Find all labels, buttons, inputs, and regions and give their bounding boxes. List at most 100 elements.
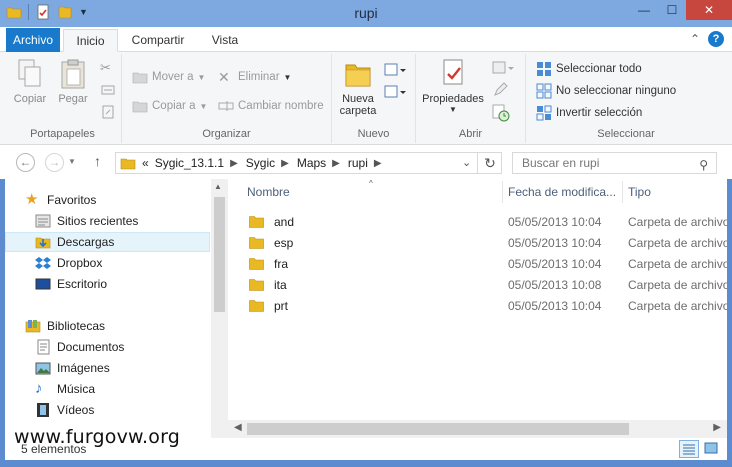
tab-compartir[interactable]: Compartir — [122, 29, 194, 52]
large-icons-view-icon — [704, 442, 718, 454]
rename-button[interactable]: Cambiar nombre — [218, 98, 324, 114]
easy-access-icon[interactable] — [384, 84, 406, 103]
watermark-text: www.furgovw.org — [14, 426, 181, 448]
copy-to-label: Copiar a — [152, 100, 196, 112]
delete-label: Eliminar — [238, 71, 280, 83]
forward-button[interactable]: → — [45, 153, 64, 172]
file-row[interactable]: and 05/05/2013 10:04 Carpeta de archivos — [228, 212, 727, 233]
breadcrumb-maps[interactable]: Maps — [297, 156, 326, 170]
nav-descargas-label: Descargas — [57, 235, 115, 249]
refresh-button[interactable]: ↻ — [477, 152, 502, 174]
address-dropdown-icon[interactable]: ⌄ — [462, 156, 471, 169]
cut-icon[interactable]: ✂ — [100, 60, 116, 76]
back-button[interactable]: ← — [16, 153, 35, 172]
music-icon: ♪ — [35, 380, 43, 397]
column-divider[interactable] — [502, 181, 503, 203]
move-to-button[interactable]: Mover a ▼ — [132, 69, 205, 85]
file-list-hscrollbar[interactable]: ◀ ▶ — [228, 420, 727, 438]
content-area: ★ Favoritos Sitios recientes Descargas D… — [5, 179, 727, 438]
address-overflow[interactable]: « — [142, 156, 149, 170]
edit-icon[interactable] — [492, 82, 508, 101]
breadcrumb-chevron-icon[interactable]: ▶ — [230, 158, 238, 169]
address-bar[interactable]: « Sygic_13.1.1 ▶ Sygic ▶ Maps ▶ rupi ▶ ⌄ — [115, 152, 502, 174]
rename-icon — [218, 101, 234, 111]
paste-button[interactable]: Pegar — [53, 58, 93, 105]
column-divider[interactable] — [622, 181, 623, 203]
nav-sitios-recientes[interactable]: Sitios recientes — [5, 211, 210, 231]
nav-favoritos[interactable]: ★ Favoritos — [5, 190, 210, 210]
breadcrumb-sygic-13[interactable]: Sygic_13.1.1 — [155, 156, 224, 170]
nav-bibliotecas[interactable]: Bibliotecas — [5, 316, 210, 336]
navigation-bar: ← → ▼ ↑ « Sygic_13.1.1 ▶ Sygic ▶ Maps ▶ rup… — [0, 145, 732, 179]
breadcrumb-rupi[interactable]: rupi — [348, 156, 368, 170]
select-all-button[interactable]: Seleccionar todo — [536, 61, 642, 77]
scroll-left-icon[interactable]: ◀ — [234, 422, 242, 433]
column-header-date[interactable]: Fecha de modifica... — [508, 185, 616, 199]
copy-label: Copiar — [13, 93, 47, 105]
up-arrow-icon[interactable]: ↑ — [94, 153, 101, 169]
large-icons-view-button[interactable] — [702, 440, 722, 458]
file-row[interactable]: fra 05/05/2013 10:04 Carpeta de archivos — [228, 254, 727, 275]
nav-pane-scrollbar[interactable]: ▲ — [211, 179, 228, 438]
nav-videos[interactable]: Vídeos — [5, 400, 210, 420]
nav-dropbox[interactable]: Dropbox — [5, 253, 210, 273]
properties-button[interactable]: Propiedades ▼ — [420, 58, 486, 114]
folder-icon — [249, 279, 264, 291]
copy-path-icon[interactable] — [100, 82, 116, 98]
paste-icon — [61, 59, 85, 89]
file-date: 05/05/2013 10:04 — [508, 299, 602, 313]
select-all-label: Seleccionar todo — [556, 63, 642, 75]
title-bar: ▼ rupi — ☐ ✕ — [0, 0, 732, 27]
nav-documentos-label: Documentos — [57, 340, 125, 354]
scroll-up-icon[interactable]: ▲ — [214, 182, 222, 191]
minimize-button[interactable]: — — [630, 0, 658, 20]
nav-documentos[interactable]: Documentos — [5, 337, 210, 357]
new-folder-button[interactable]: Nueva carpeta — [338, 58, 378, 117]
new-item-icon[interactable] — [384, 62, 406, 81]
help-icon[interactable]: ? — [708, 31, 724, 47]
copy-button[interactable]: Copiar — [10, 58, 50, 105]
ribbon-collapse-icon[interactable]: ⌃ — [690, 32, 700, 46]
maximize-button[interactable]: ☐ — [658, 0, 686, 20]
group-abrir: Propiedades ▼ Abrir — [416, 54, 526, 143]
delete-button[interactable]: ✕ Eliminar ▼ — [218, 69, 291, 85]
folder-icon — [249, 216, 264, 228]
file-row[interactable]: ita 05/05/2013 10:08 Carpeta de archivos — [228, 275, 727, 296]
invert-selection-label: Invertir selección — [556, 107, 643, 119]
search-input[interactable]: Buscar en rupi ⚲ — [512, 152, 717, 174]
nav-descargas[interactable]: Descargas — [5, 232, 210, 252]
select-none-button[interactable]: No seleccionar ninguno — [536, 83, 676, 99]
select-all-icon — [537, 62, 551, 76]
tab-vista[interactable]: Vista — [199, 29, 251, 52]
recent-locations-icon[interactable]: ▼ — [68, 157, 76, 166]
tab-archivo[interactable]: Archivo — [6, 28, 60, 52]
paste-label: Pegar — [58, 93, 88, 105]
column-header-type[interactable]: Tipo — [628, 185, 651, 199]
file-row[interactable]: prt 05/05/2013 10:04 Carpeta de archivos — [228, 296, 727, 317]
breadcrumb-chevron-icon[interactable]: ▶ — [374, 158, 382, 169]
file-type: Carpeta de archivos — [628, 278, 727, 292]
breadcrumb-sygic[interactable]: Sygic — [246, 156, 275, 170]
nav-pane-scroll-thumb[interactable] — [214, 197, 225, 312]
paste-shortcut-icon[interactable] — [100, 104, 116, 120]
tab-inicio[interactable]: Inicio — [63, 29, 118, 52]
nav-escritorio[interactable]: Escritorio — [5, 274, 210, 294]
nav-imagenes[interactable]: Imágenes — [5, 358, 210, 378]
file-row[interactable]: esp 05/05/2013 10:04 Carpeta de archivos — [228, 233, 727, 254]
scroll-right-icon[interactable]: ▶ — [713, 422, 721, 433]
invert-selection-button[interactable]: Invertir selección — [536, 105, 642, 121]
group-label-organizar: Organizar — [202, 128, 251, 140]
open-icon[interactable] — [492, 60, 514, 79]
hscroll-thumb[interactable] — [247, 423, 629, 435]
history-icon[interactable] — [492, 104, 510, 125]
close-button[interactable]: ✕ — [686, 0, 732, 20]
breadcrumb-chevron-icon[interactable]: ▶ — [281, 158, 289, 169]
breadcrumb-chevron-icon[interactable]: ▶ — [332, 158, 340, 169]
search-icon[interactable]: ⚲ — [699, 155, 708, 175]
file-name: fra — [274, 257, 289, 271]
column-header-name[interactable]: Nombre — [247, 185, 290, 199]
nav-musica[interactable]: ♪ Música — [5, 379, 210, 399]
copy-to-button[interactable]: Copiar a ▼ — [132, 98, 207, 114]
details-view-button[interactable] — [679, 440, 699, 458]
group-label-seleccionar: Seleccionar — [597, 128, 655, 140]
